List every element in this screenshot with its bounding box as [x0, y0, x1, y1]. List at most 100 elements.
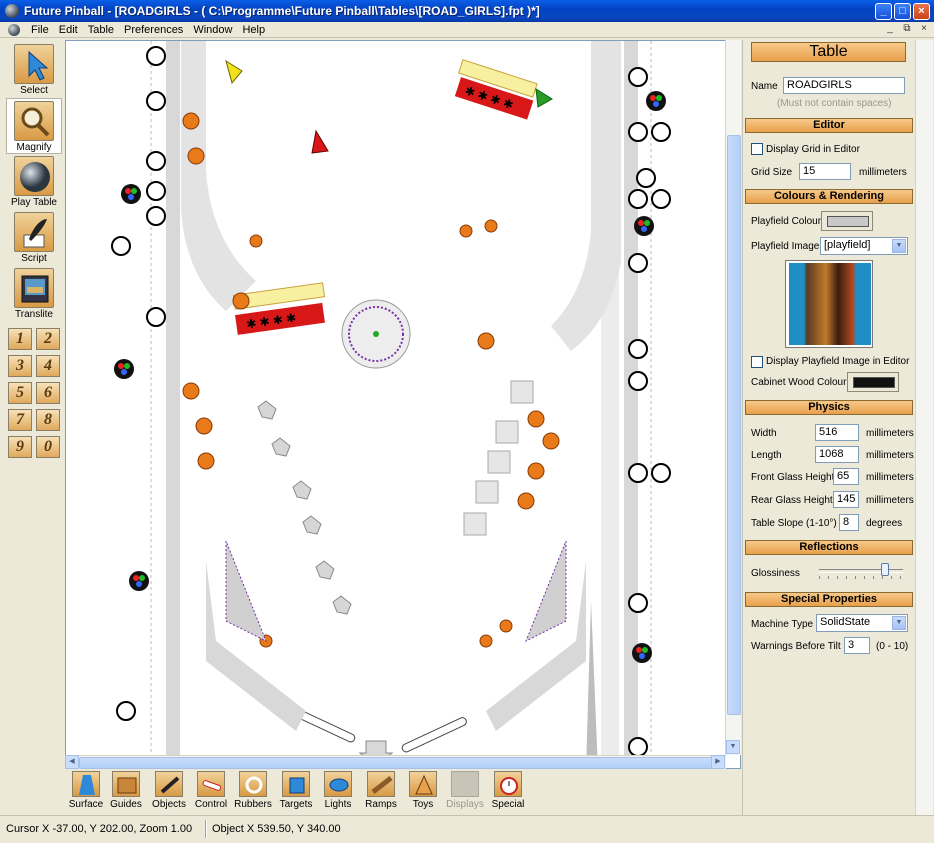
minimize-button[interactable]: _: [875, 2, 892, 20]
display-grid-label: Display Grid in Editor: [766, 144, 860, 155]
grid-size-unit: millimeters: [859, 167, 907, 178]
width-field[interactable]: 516: [815, 424, 859, 441]
lane-markers[interactable]: [463, 380, 534, 536]
warnings-field[interactable]: 3: [844, 637, 870, 654]
yellow-arrow-target[interactable]: [225, 59, 243, 85]
physics-section-header[interactable]: Physics: [745, 400, 913, 415]
tool-objects[interactable]: Objects: [148, 771, 190, 810]
preset-1-button[interactable]: 1: [8, 328, 32, 350]
green-arrow-target[interactable]: [535, 88, 553, 108]
quill-script-icon: [14, 212, 54, 252]
tool-lights[interactable]: Lights: [317, 771, 359, 810]
standup-targets[interactable]: [257, 400, 352, 615]
preset-3-button[interactable]: 3: [8, 355, 32, 377]
preset-2-button[interactable]: 2: [36, 328, 60, 350]
scroll-down-arrow[interactable]: ▼: [726, 740, 740, 754]
document-icon[interactable]: [8, 23, 20, 36]
menu-table[interactable]: Table: [83, 24, 119, 36]
scroll-left-arrow[interactable]: ◀: [65, 755, 79, 769]
left-slingshot[interactable]: [225, 540, 267, 643]
panel-scrollbar[interactable]: [915, 40, 933, 815]
tool-magnify[interactable]: Magnify: [6, 98, 62, 154]
tool-toys[interactable]: Toys: [402, 771, 444, 810]
length-field[interactable]: 1068: [815, 446, 859, 463]
mdi-restore-button[interactable]: ⧉: [900, 23, 914, 36]
display-playfield-image-checkbox[interactable]: [751, 356, 763, 368]
reflections-section-header[interactable]: Reflections: [745, 540, 913, 555]
grid-size-field[interactable]: 15: [799, 163, 851, 180]
horizontal-scrollbar[interactable]: [65, 755, 726, 769]
playfield-image-select[interactable]: [playfield] ▼: [820, 237, 908, 255]
tool-translite[interactable]: Translite: [6, 266, 62, 320]
machine-type-select[interactable]: SolidState ▼: [816, 614, 908, 632]
name-label: Name: [751, 81, 778, 92]
playfield-drawing[interactable]: ✱ ✱ ✱ ✱ ✱ ✱ ✱ ✱: [66, 41, 741, 769]
tool-targets[interactable]: Targets: [275, 771, 317, 810]
length-label: Length: [751, 450, 782, 461]
cabinet-wood-colour-button[interactable]: [847, 372, 899, 392]
maximize-button[interactable]: □: [894, 2, 911, 20]
center-turntable[interactable]: [341, 299, 411, 369]
close-button[interactable]: ×: [913, 2, 930, 20]
right-inlane[interactable]: [486, 561, 586, 731]
menu-edit[interactable]: Edit: [54, 24, 83, 36]
tool-ramps[interactable]: Ramps: [360, 771, 402, 810]
name-field[interactable]: ROADGIRLS: [783, 77, 905, 94]
left-inlane[interactable]: [206, 561, 306, 731]
table-slope-field[interactable]: 8: [839, 514, 859, 531]
left-outer-wall[interactable]: [166, 41, 180, 769]
scroll-right-arrow[interactable]: ▶: [711, 755, 725, 769]
toys-icon: [409, 771, 437, 797]
left-orbit[interactable]: [181, 41, 256, 311]
chevron-down-icon[interactable]: ▼: [892, 239, 906, 253]
menu-help[interactable]: Help: [237, 24, 270, 36]
tool-magnify-label: Magnify: [16, 142, 52, 153]
preset-0-button[interactable]: 0: [36, 436, 60, 458]
menu-window[interactable]: Window: [188, 24, 237, 36]
editor-section-header[interactable]: Editor: [745, 118, 913, 133]
right-slingshot[interactable]: [525, 540, 567, 643]
glossiness-slider-track[interactable]: [819, 569, 903, 573]
preset-6-button[interactable]: 6: [36, 382, 60, 404]
special-section-header[interactable]: Special Properties: [745, 592, 913, 607]
menu-file[interactable]: File: [26, 24, 54, 36]
tool-play-table[interactable]: Play Table: [6, 154, 62, 208]
preset-7-button[interactable]: 7: [8, 409, 32, 431]
tool-script[interactable]: Script: [6, 210, 62, 264]
vertical-scroll-thumb[interactable]: [727, 135, 741, 715]
tool-script-label: Script: [21, 253, 47, 264]
playfield-colour-button[interactable]: [821, 211, 873, 231]
tool-control[interactable]: Control: [190, 771, 232, 810]
preset-8-button[interactable]: 8: [36, 409, 60, 431]
tool-select[interactable]: Select: [6, 42, 62, 96]
tool-special[interactable]: Special: [487, 771, 529, 810]
cabinet-wood-colour-label: Cabinet Wood Colour: [751, 377, 847, 388]
vertical-scrollbar[interactable]: [725, 40, 741, 755]
front-glass-field[interactable]: 65: [833, 468, 859, 485]
playfield-editor[interactable]: ✱ ✱ ✱ ✱ ✱ ✱ ✱ ✱: [65, 40, 741, 769]
left-drop-target-bank[interactable]: ✱ ✱ ✱ ✱: [232, 282, 326, 335]
tool-rubbers[interactable]: Rubbers: [232, 771, 274, 810]
mdi-close-button[interactable]: ×: [917, 23, 931, 36]
mdi-minimize-button[interactable]: _: [883, 23, 897, 36]
horizontal-scroll-thumb[interactable]: [79, 757, 713, 769]
cursor-status: Cursor X -37.00, Y 202.00, Zoom 1.00: [6, 823, 193, 835]
red-arrow-target[interactable]: [311, 129, 329, 154]
rear-glass-field[interactable]: 145: [833, 491, 859, 508]
preset-5-button[interactable]: 5: [8, 382, 32, 404]
chevron-down-icon[interactable]: ▼: [892, 616, 906, 630]
colours-section-header[interactable]: Colours & Rendering: [745, 189, 913, 204]
preset-9-button[interactable]: 9: [8, 436, 32, 458]
menu-preferences[interactable]: Preferences: [119, 24, 188, 36]
tool-guides[interactable]: Guides: [105, 771, 147, 810]
pop-bumpers[interactable]: [182, 112, 560, 648]
glossiness-slider-thumb[interactable]: [881, 563, 889, 576]
tool-surface[interactable]: Surface: [65, 771, 107, 810]
preset-4-button[interactable]: 4: [36, 355, 60, 377]
tool-surface-label: Surface: [68, 799, 104, 810]
right-drop-target-bank[interactable]: ✱ ✱ ✱ ✱: [454, 59, 538, 120]
display-grid-checkbox[interactable]: [751, 143, 763, 155]
ball-icon: [14, 156, 54, 196]
machine-type-label: Machine Type: [751, 619, 814, 630]
plunger-guide[interactable]: [586, 601, 598, 769]
